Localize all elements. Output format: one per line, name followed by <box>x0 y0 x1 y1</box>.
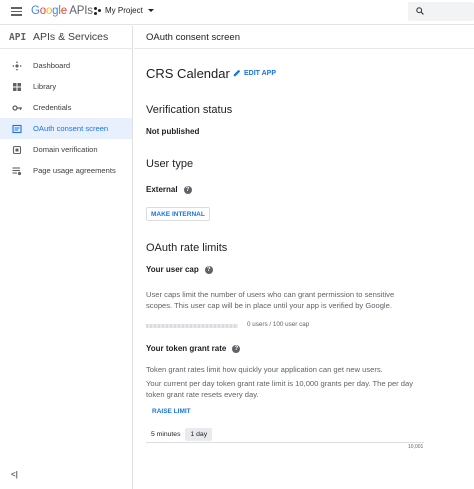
sidebar-item-oauth-consent-screen[interactable]: OAuth consent screen <box>0 118 132 139</box>
sidebar-item-page-usage-agreements[interactable]: Page usage agreements <box>0 160 132 181</box>
search-input[interactable] <box>408 2 474 21</box>
dashboard-icon <box>11 60 22 71</box>
toggle-5-minutes[interactable]: 5 minutes <box>146 428 185 441</box>
user-type-heading: User type <box>146 158 194 170</box>
key-icon <box>11 102 22 113</box>
sidebar-title: APIs & Services <box>33 31 109 43</box>
project-name: My Project <box>105 6 143 15</box>
raise-limit-button[interactable]: RAISE LIMIT <box>152 408 191 415</box>
page-title: OAuth consent screen <box>146 31 240 43</box>
sidebar-item-domain-verification[interactable]: Domain verification <box>0 139 132 160</box>
token-grant-rate-description: Token grant rates limit how quickly your… <box>146 365 383 374</box>
make-internal-button[interactable]: MAKE INTERNAL <box>146 207 210 221</box>
app-name: CRS Calendar <box>146 66 230 81</box>
domain-icon <box>11 144 22 155</box>
help-icon[interactable]: ? <box>232 344 241 353</box>
toggle-1-day[interactable]: 1 day <box>185 428 213 441</box>
token-grant-rate-current: Your current per day token grant rate li… <box>146 379 414 399</box>
search-icon <box>416 7 424 15</box>
project-dots-icon <box>94 6 102 15</box>
sidebar-item-library[interactable]: Library <box>0 76 132 97</box>
user-cap-description: User caps limit the number of users who … <box>146 290 395 310</box>
sidebar-header: API APIs & Services <box>0 26 132 49</box>
collapse-sidebar-icon[interactable]: <| <box>11 470 18 479</box>
sidebar-item-dashboard[interactable]: Dashboard <box>0 55 132 76</box>
consent-icon <box>11 123 22 134</box>
top-bar: Google APIs My Project <box>0 0 474 25</box>
pencil-icon <box>233 69 241 77</box>
token-grant-rate-label: Your token grant rate? <box>146 344 241 353</box>
user-cap-label: Your user cap? <box>146 265 213 274</box>
edit-app-button[interactable]: EDIT APP <box>233 69 276 77</box>
user-cap-usage: 0 users / 100 user cap <box>247 321 310 328</box>
menu-icon[interactable] <box>11 7 22 16</box>
grant-rate-chart-axis <box>146 442 424 443</box>
oauth-rate-limits-heading: OAuth rate limits <box>146 242 228 254</box>
verification-status-heading: Verification status <box>146 104 233 116</box>
time-range-toggle: 5 minutes 1 day <box>146 428 213 441</box>
user-cap-progress-bar <box>146 324 238 328</box>
settings-list-icon <box>11 165 22 176</box>
api-logo: API <box>9 31 27 43</box>
sidebar: API APIs & Services Dashboard Library Cr… <box>0 26 133 489</box>
project-selector[interactable]: My Project <box>94 6 154 15</box>
help-icon[interactable]: ? <box>204 265 213 274</box>
page-header: OAuth consent screen <box>134 26 474 49</box>
grant-rate-axis-max: 10,001 <box>408 444 424 450</box>
chevron-down-icon <box>147 9 154 12</box>
sidebar-item-credentials[interactable]: Credentials <box>0 97 132 118</box>
verification-status-value: Not published <box>146 127 200 136</box>
user-type-value: External? <box>146 185 192 194</box>
google-apis-logo[interactable]: Google APIs <box>31 5 93 17</box>
library-icon <box>11 81 22 92</box>
help-icon[interactable]: ? <box>183 185 192 194</box>
